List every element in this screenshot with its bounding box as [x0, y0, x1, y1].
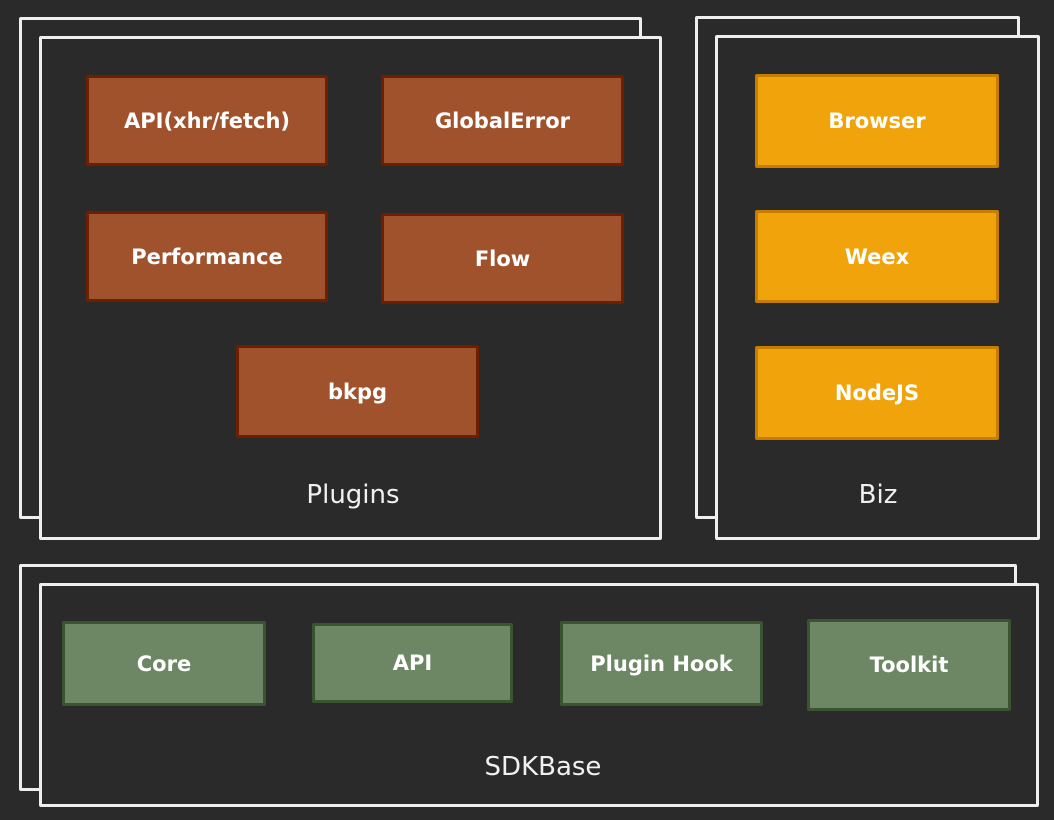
biz-nodejs: NodeJS [755, 346, 999, 440]
biz-label: Biz [858, 480, 898, 510]
base-core: Core [62, 621, 266, 706]
biz-browser: Browser [755, 74, 999, 168]
biz-weex: Weex [755, 210, 999, 303]
plugin-performance: Performance [86, 211, 328, 302]
plugin-flow: Flow [381, 213, 624, 304]
base-toolkit: Toolkit [807, 619, 1011, 711]
plugin-global-error: GlobalError [381, 75, 624, 166]
plugins-label: Plugins [306, 480, 400, 510]
sdkbase-label: SDKBase [484, 752, 602, 782]
plugin-api-xhr-fetch: API(xhr/fetch) [86, 75, 328, 166]
plugin-bkpg: bkpg [236, 345, 479, 438]
base-plugin-hook: Plugin Hook [560, 621, 763, 706]
base-api: API [312, 623, 513, 703]
